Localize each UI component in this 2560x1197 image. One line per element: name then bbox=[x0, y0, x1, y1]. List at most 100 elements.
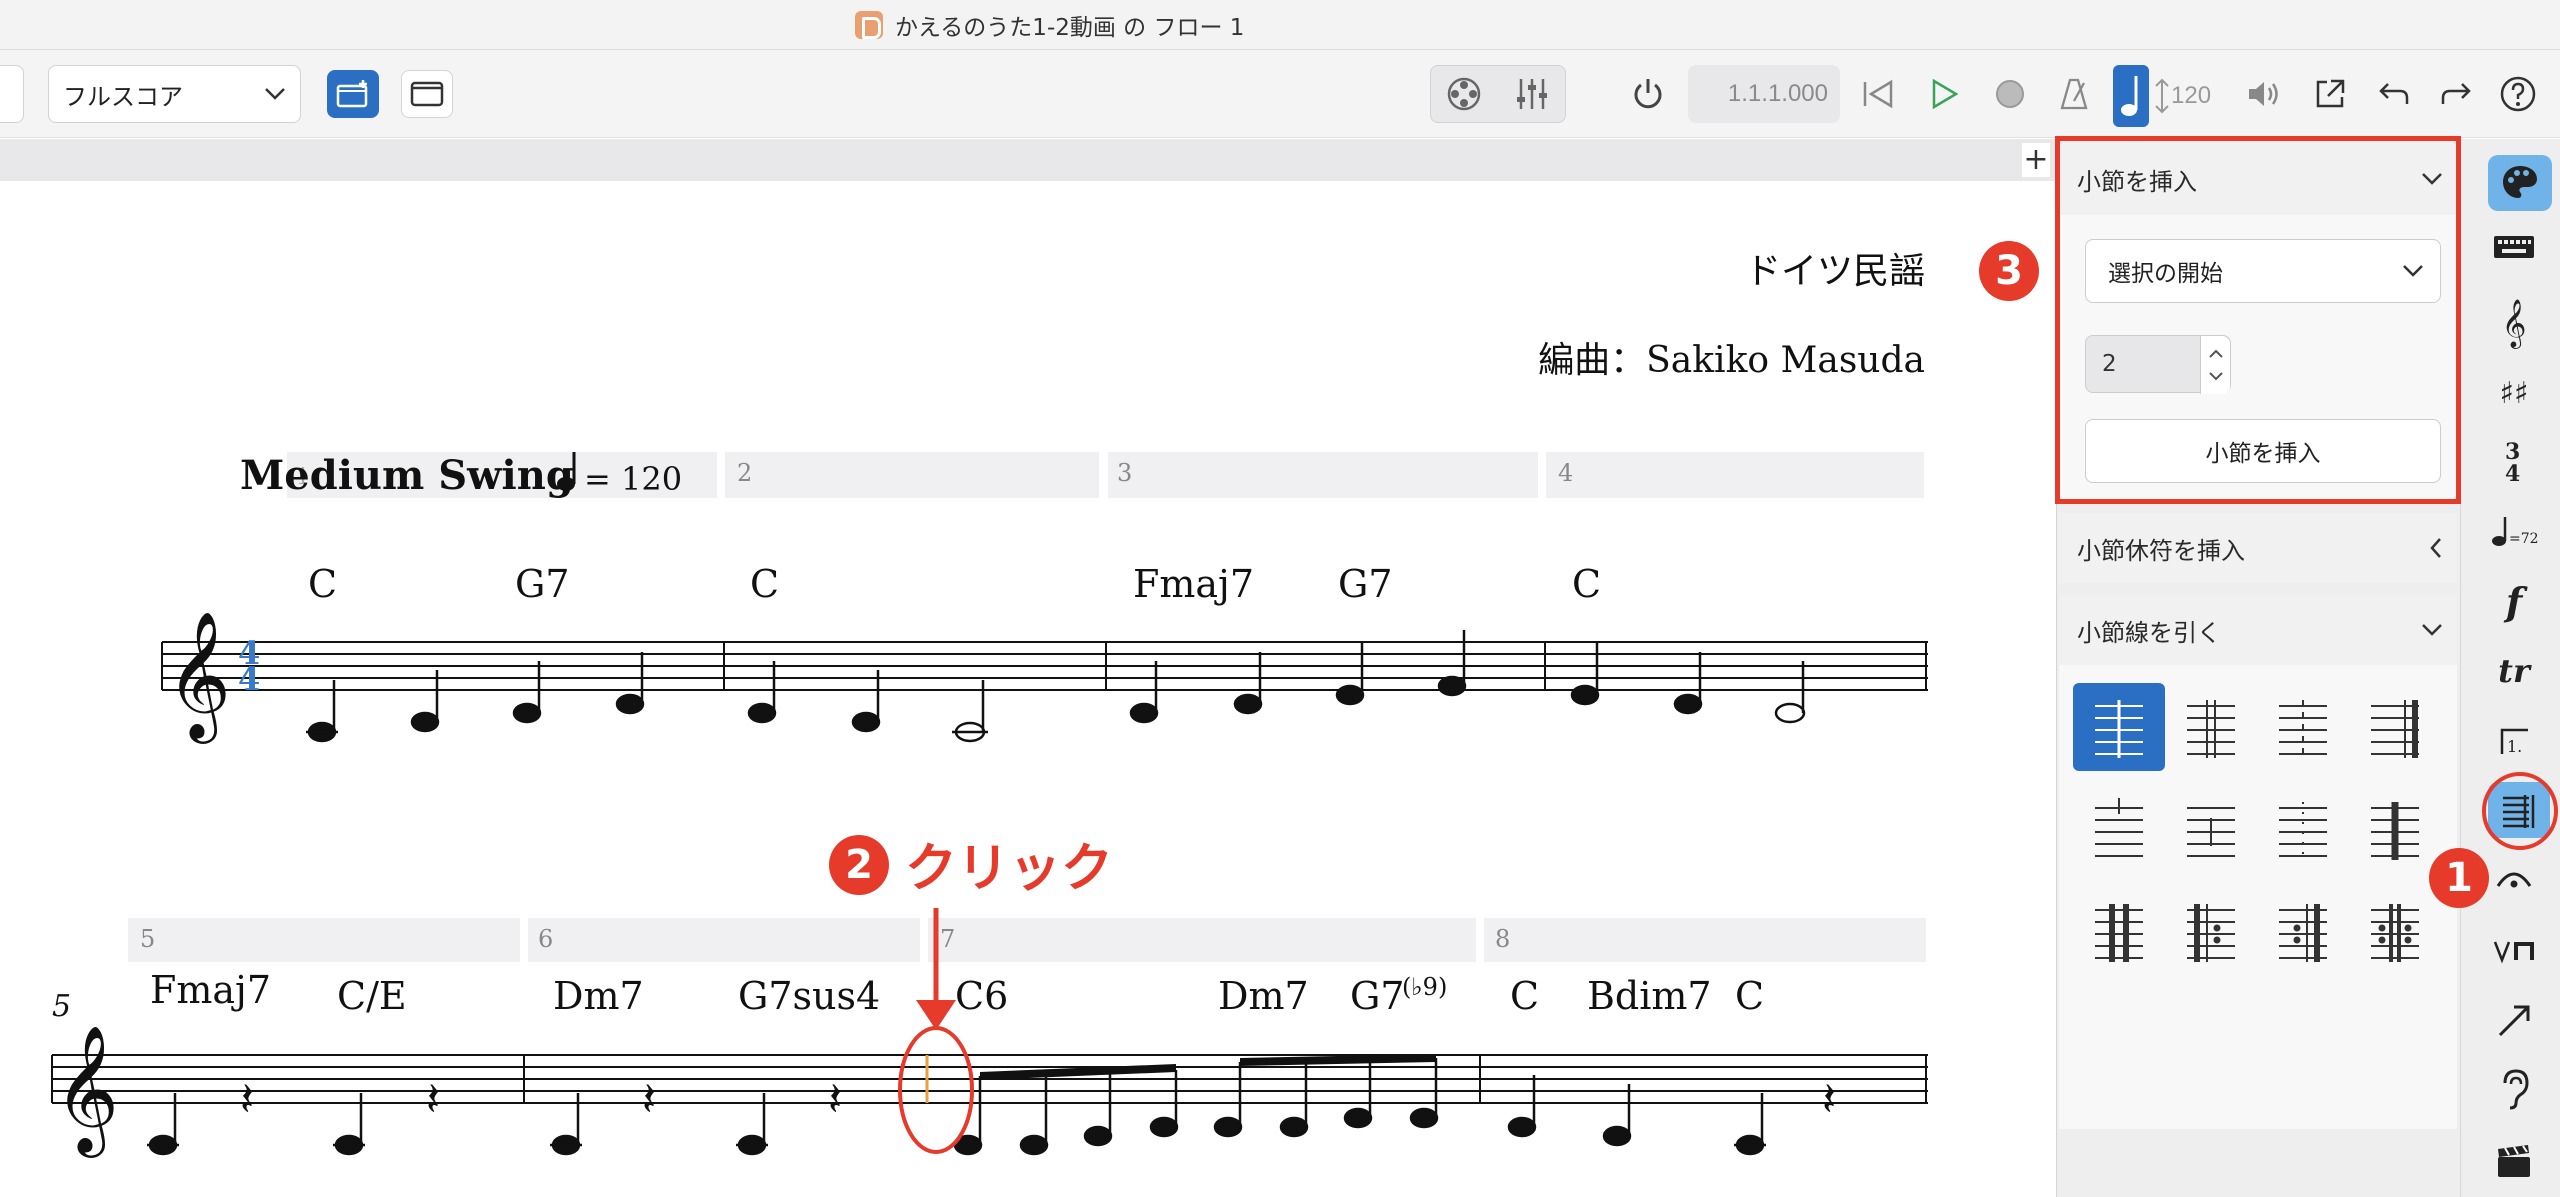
layout-select[interactable]: フルスコア bbox=[48, 65, 301, 123]
chord-symbol: Fmaj7 bbox=[150, 968, 271, 1012]
barline-single-button[interactable] bbox=[2073, 683, 2165, 771]
record-icon[interactable] bbox=[1988, 72, 2032, 116]
barline-dashed-button[interactable] bbox=[2257, 683, 2349, 771]
chord-symbol: C bbox=[1735, 974, 1764, 1018]
ornaments-icon[interactable]: tr bbox=[2484, 646, 2544, 696]
play-icon[interactable] bbox=[1922, 72, 1966, 116]
tempo-equals: = 120 bbox=[584, 460, 682, 498]
insert-bar-rests-header[interactable]: 小節休符を挿入 bbox=[2059, 513, 2457, 583]
palette-icon[interactable] bbox=[2488, 155, 2552, 211]
arranger-text: 編曲：Sakiko Masuda bbox=[1538, 340, 1925, 381]
bowing-icon[interactable] bbox=[2484, 926, 2544, 976]
insert-bars-highlight bbox=[2055, 136, 2461, 504]
export-icon[interactable] bbox=[2308, 72, 2352, 116]
chord-symbol: Bdim7 bbox=[1587, 974, 1712, 1018]
clef-icon[interactable]: 𝄞 bbox=[2484, 298, 2544, 348]
chord-symbol: C bbox=[750, 562, 779, 606]
key-signature-icon[interactable]: ♯♯ bbox=[2484, 368, 2544, 418]
power-icon[interactable] bbox=[1626, 72, 1670, 116]
measure-number-5: 5 bbox=[52, 989, 71, 1024]
barline-final-button[interactable] bbox=[2349, 683, 2441, 771]
tempo-icon[interactable]: =72 bbox=[2484, 506, 2544, 556]
metronome-click-icon[interactable] bbox=[2052, 72, 2096, 116]
notes-system-1 bbox=[306, 630, 1806, 743]
window-title-group: かえるのうた1-2動画 の フロー 1 bbox=[855, 8, 1244, 42]
chord-symbol: G7 bbox=[515, 562, 570, 606]
barlines-header[interactable]: 小節線を引く bbox=[2059, 595, 2457, 665]
barline-heavy-button[interactable] bbox=[2349, 785, 2441, 873]
barline-repeat-start-button[interactable] bbox=[2165, 887, 2257, 975]
ear-icon[interactable] bbox=[2484, 1064, 2544, 1114]
mixer-icon[interactable] bbox=[1510, 72, 1554, 116]
bar-number: 3 bbox=[1117, 459, 1132, 487]
bar-number: 8 bbox=[1495, 925, 1510, 953]
bar-number-strip bbox=[528, 918, 920, 962]
repeat-ending-icon[interactable]: 1. bbox=[2484, 716, 2544, 766]
chord-symbol: C bbox=[308, 562, 337, 606]
position-counter[interactable]: 1.1.1.000 bbox=[1688, 65, 1840, 123]
barline-repeat-both-button[interactable] bbox=[2349, 887, 2441, 975]
barline-repeat-end-button[interactable] bbox=[2257, 887, 2349, 975]
time-signature-denominator: 4 bbox=[238, 660, 260, 698]
clapperboard-icon[interactable] bbox=[2484, 1136, 2544, 1186]
new-tab-icon bbox=[336, 80, 368, 108]
bar-number-strip bbox=[1546, 452, 1924, 498]
bar-number: 4 bbox=[1558, 459, 1573, 487]
step-badge-1: 1 bbox=[2429, 848, 2489, 908]
bar-number-strip bbox=[1484, 918, 1926, 962]
score-canvas: ドイツ民謡 編曲：Sakiko Masuda 1 2 3 4 Medium Sw… bbox=[51, 251, 1928, 1158]
chord-symbol: G7sus4 bbox=[738, 974, 880, 1018]
rewind-to-start-icon[interactable] bbox=[1856, 72, 1900, 116]
chevron-down-icon bbox=[265, 88, 285, 100]
fermata-icon[interactable] bbox=[2484, 852, 2544, 902]
svg-text:𝄽: 𝄽 bbox=[240, 1072, 254, 1126]
undo-icon[interactable] bbox=[2372, 72, 2416, 116]
composer-text: ドイツ民謡 bbox=[1745, 251, 1925, 292]
svg-text:𝄽: 𝄽 bbox=[1822, 1072, 1836, 1126]
svg-text:=72: =72 bbox=[2509, 531, 2539, 547]
barline-dotted-button[interactable] bbox=[2257, 785, 2349, 873]
chord-symbol: C bbox=[1510, 974, 1539, 1018]
bar-number-strip bbox=[928, 918, 1476, 962]
staff-system-1 bbox=[161, 641, 1928, 691]
chord-symbol: C6 bbox=[955, 974, 1008, 1018]
layout-select-value: フルスコア bbox=[63, 82, 183, 111]
help-icon[interactable] bbox=[2496, 72, 2540, 116]
app-icon bbox=[855, 11, 883, 39]
bar-number-strip bbox=[128, 918, 520, 962]
chord-symbol: C/E bbox=[337, 974, 407, 1018]
keyboard-icon[interactable] bbox=[2484, 222, 2544, 272]
barline-short-button[interactable] bbox=[2165, 785, 2257, 873]
tempo-control[interactable]: 120 bbox=[2113, 65, 2219, 127]
bar-number: 6 bbox=[538, 925, 553, 953]
treble-clef: 𝄞 bbox=[166, 610, 231, 744]
line-arrow-icon[interactable] bbox=[2484, 996, 2544, 1046]
barline-double-button[interactable] bbox=[2165, 683, 2257, 771]
window-mode-button[interactable] bbox=[401, 70, 453, 118]
svg-text:𝄽: 𝄽 bbox=[828, 1072, 842, 1126]
score-view[interactable]: ドイツ民謡 編曲：Sakiko Masuda 1 2 3 4 Medium Sw… bbox=[0, 181, 2060, 1197]
add-tab-button[interactable]: + bbox=[2022, 143, 2050, 177]
rail-highlight-ring bbox=[2482, 772, 2558, 850]
barlines-title: 小節線を引く bbox=[2077, 618, 2221, 647]
step-badge-3: 3 bbox=[1979, 241, 2039, 301]
chord-symbol: G7 bbox=[1350, 974, 1405, 1018]
video-reel-icon[interactable] bbox=[1442, 72, 1486, 116]
svg-text:1.: 1. bbox=[2507, 737, 2522, 756]
treble-clef: 𝄞 bbox=[54, 1024, 119, 1158]
svg-text:𝄽: 𝄽 bbox=[426, 1072, 440, 1126]
redo-icon[interactable] bbox=[2434, 72, 2478, 116]
dynamics-icon[interactable]: f bbox=[2484, 576, 2544, 626]
quarter-note-tempo-icon bbox=[2113, 65, 2149, 127]
insert-bar-rests-section: 小節休符を挿入 bbox=[2059, 513, 2457, 583]
time-signature-icon[interactable]: 34 bbox=[2484, 436, 2544, 486]
app-window: { "window": {"title": "かえるのうた1-2動画 の フロー… bbox=[0, 0, 2560, 1197]
window-icon bbox=[410, 81, 444, 107]
chord-symbol: Dm7 bbox=[553, 974, 644, 1018]
barline-tick-button[interactable] bbox=[2073, 785, 2165, 873]
volume-icon[interactable] bbox=[2242, 72, 2286, 116]
add-layout-button[interactable] bbox=[327, 70, 379, 118]
left-hidden-control[interactable] bbox=[0, 65, 24, 123]
insert-bar-rests-title: 小節休符を挿入 bbox=[2077, 536, 2245, 565]
barline-heavy-double-button[interactable] bbox=[2073, 887, 2165, 975]
